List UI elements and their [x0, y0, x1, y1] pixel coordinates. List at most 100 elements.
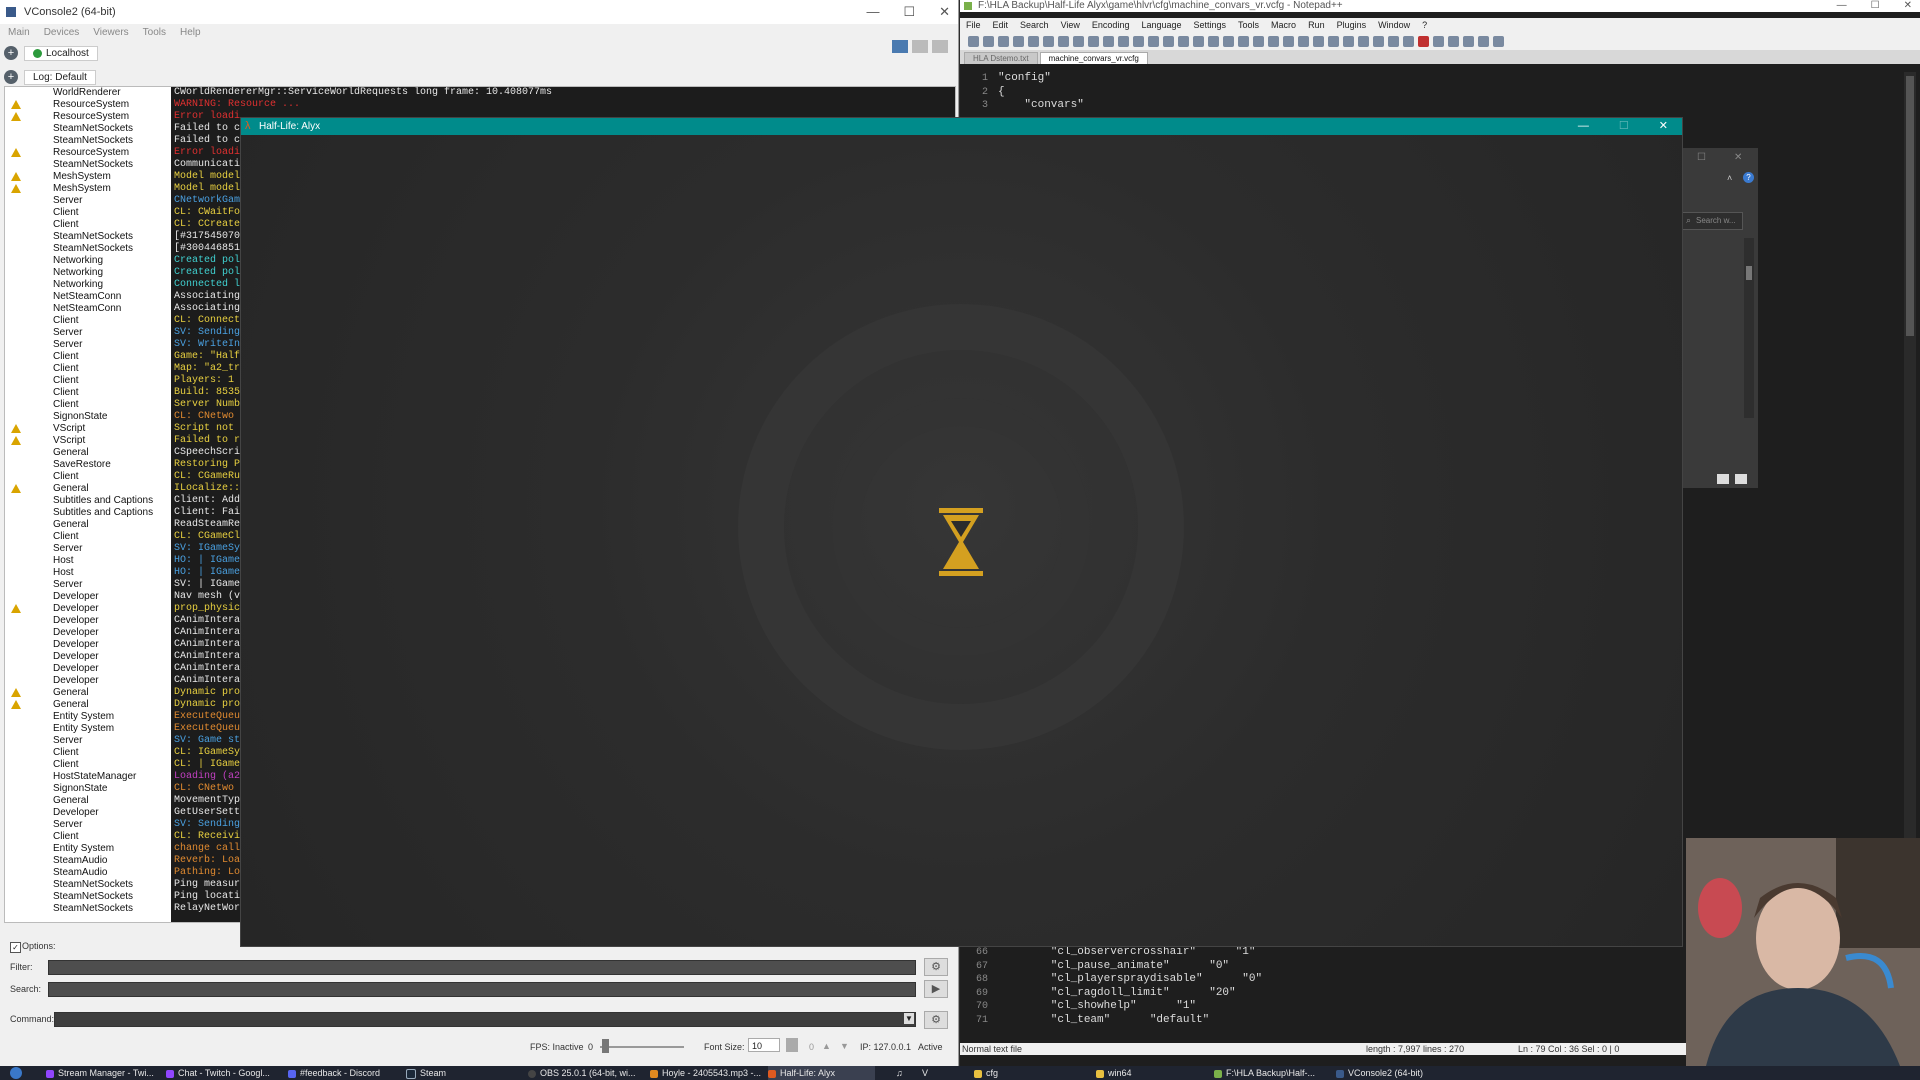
- npp-menu-file[interactable]: File: [966, 18, 981, 32]
- taskbar-speaker-icon[interactable]: ♫: [896, 1066, 903, 1080]
- npp-menu-language[interactable]: Language: [1141, 18, 1181, 32]
- side-panel-menu-icon[interactable]: [1735, 474, 1747, 484]
- hla-titlebar[interactable]: λ Half-Life: Alyx — ☐ ✕: [241, 118, 1682, 135]
- npp-menu-help[interactable]: ?: [1422, 18, 1427, 32]
- filter-settings-icon[interactable]: ⚙: [924, 958, 948, 976]
- start-icon[interactable]: [10, 1067, 22, 1079]
- fps-slider-track[interactable]: [600, 1046, 684, 1048]
- toolbar-button-icon[interactable]: [1478, 35, 1489, 47]
- taskbar-steam[interactable]: Steam: [406, 1066, 446, 1080]
- filter-input[interactable]: [48, 960, 916, 975]
- toolbar-button-icon[interactable]: [1103, 35, 1114, 47]
- toolbar-button-icon[interactable]: [1193, 35, 1204, 47]
- npp-menu-settings[interactable]: Settings: [1194, 18, 1227, 32]
- taskbar-chat-twitch[interactable]: Chat - Twitch - Googl...: [166, 1066, 270, 1080]
- npp-menu-run[interactable]: Run: [1308, 18, 1325, 32]
- toolbar-button-icon[interactable]: [1463, 35, 1474, 47]
- npp-menu-tools[interactable]: Tools: [1238, 18, 1259, 32]
- taskbar-v-icon[interactable]: V: [922, 1066, 928, 1080]
- fps-slider-handle[interactable]: [602, 1039, 609, 1053]
- add-log-icon[interactable]: +: [4, 70, 18, 84]
- menu-tools[interactable]: Tools: [143, 24, 166, 42]
- layout-single-icon[interactable]: [892, 40, 908, 53]
- command-dropdown-icon[interactable]: ▼: [904, 1013, 914, 1024]
- toolbar-button-icon[interactable]: [1088, 35, 1099, 47]
- npp-close-icon[interactable]: ✕: [1904, 0, 1912, 12]
- menu-main[interactable]: Main: [8, 24, 30, 42]
- pause-icon[interactable]: [786, 1038, 798, 1052]
- command-settings-icon[interactable]: ⚙: [924, 1011, 948, 1029]
- toolbar-button-icon[interactable]: [998, 35, 1009, 47]
- npp-menu-plugins[interactable]: Plugins: [1337, 18, 1367, 32]
- menu-help[interactable]: Help: [180, 24, 201, 42]
- npp-titlebar[interactable]: F:\HLA Backup\Half-Life Alyx\game\hlvr\c…: [960, 0, 1920, 12]
- npp-menu-encoding[interactable]: Encoding: [1092, 18, 1130, 32]
- toolbar-button-icon[interactable]: [1043, 35, 1054, 47]
- npp-vertical-scrollbar[interactable]: [1904, 72, 1916, 962]
- command-input[interactable]: [54, 1012, 916, 1027]
- close-icon[interactable]: ✕: [939, 0, 950, 24]
- toolbar-button-icon[interactable]: [1013, 35, 1024, 47]
- toolbar-button-icon[interactable]: [1028, 35, 1039, 47]
- vconsole-titlebar[interactable]: VConsole2 (64-bit) — ☐ ✕: [0, 0, 958, 24]
- npp-menu-view[interactable]: View: [1061, 18, 1080, 32]
- code-editor-bottom[interactable]: 66 "cl_observercrosshair" "1" 67 "cl_paus…: [960, 946, 1688, 1042]
- toolbar-button-icon[interactable]: [1493, 35, 1504, 47]
- search-next-icon[interactable]: ▶: [924, 980, 948, 998]
- toolbar-button-icon[interactable]: [1343, 35, 1354, 47]
- toolbar-button-icon[interactable]: [1283, 35, 1294, 47]
- toolbar-button-icon[interactable]: [1373, 35, 1384, 47]
- npp-minimize-icon[interactable]: —: [1837, 0, 1847, 12]
- toolbar-button-icon[interactable]: [1178, 35, 1189, 47]
- toolbar-button-icon[interactable]: [1328, 35, 1339, 47]
- side-scroll-thumb[interactable]: [1746, 266, 1752, 280]
- tab-machine-convars[interactable]: machine_convars_vr.vcfg: [1039, 52, 1148, 64]
- menu-devices[interactable]: Devices: [44, 24, 80, 42]
- menu-viewers[interactable]: Viewers: [93, 24, 128, 42]
- half-life-alyx-window[interactable]: λ Half-Life: Alyx — ☐ ✕: [240, 117, 1683, 947]
- toolbar-button-icon[interactable]: [1148, 35, 1159, 47]
- taskbar-cfg[interactable]: cfg: [974, 1066, 998, 1080]
- taskbar-stream-manager[interactable]: Stream Manager - Twi...: [46, 1066, 154, 1080]
- side-panel-restore-icon[interactable]: ☐: [1697, 152, 1706, 163]
- toolbar-button-icon[interactable]: [1388, 35, 1399, 47]
- npp-menu-macro[interactable]: Macro: [1271, 18, 1296, 32]
- npp-menu-search[interactable]: Search: [1020, 18, 1049, 32]
- toolbar-button-icon[interactable]: [1058, 35, 1069, 47]
- font-size-stepper[interactable]: 10: [748, 1038, 780, 1052]
- toolbar-button-icon[interactable]: [1073, 35, 1084, 47]
- taskbar-discord[interactable]: #feedback - Discord: [288, 1066, 380, 1080]
- scroll-down-icon[interactable]: ▼: [840, 1041, 849, 1051]
- toolbar-button-icon[interactable]: [1298, 35, 1309, 47]
- toolbar-button-icon[interactable]: [1268, 35, 1279, 47]
- toolbar-button-icon[interactable]: [1238, 35, 1249, 47]
- search-input[interactable]: [48, 982, 916, 997]
- scroll-up-icon[interactable]: ▲: [822, 1041, 831, 1051]
- toolbar-button-icon[interactable]: [1133, 35, 1144, 47]
- toolbar-button-icon[interactable]: [1403, 35, 1414, 47]
- toolbar-button-icon[interactable]: [1418, 35, 1429, 47]
- code-editor-top[interactable]: 1 "config" 2{3 "convars": [960, 72, 1900, 112]
- toolbar-button-icon[interactable]: [1448, 35, 1459, 47]
- toolbar-button-icon[interactable]: [1208, 35, 1219, 47]
- toolbar-button-icon[interactable]: [1253, 35, 1264, 47]
- toolbar-button-icon[interactable]: [1163, 35, 1174, 47]
- minimize-icon[interactable]: —: [866, 0, 879, 24]
- add-host-icon[interactable]: +: [4, 46, 18, 60]
- taskbar-vconsole[interactable]: VConsole2 (64-bit): [1336, 1066, 1423, 1080]
- taskbar-half-life-alyx[interactable]: Half-Life: Alyx: [768, 1066, 876, 1080]
- maximize-icon[interactable]: ☐: [903, 0, 915, 24]
- taskbar-notepadpp[interactable]: F:\HLA Backup\Half-...: [1214, 1066, 1315, 1080]
- toolbar-button-icon[interactable]: [1313, 35, 1324, 47]
- hla-minimize-icon[interactable]: —: [1578, 118, 1589, 135]
- taskbar-obs[interactable]: OBS 25.0.1 (64-bit, wi...: [528, 1066, 636, 1080]
- toolbar-button-icon[interactable]: [968, 35, 979, 47]
- toolbar-button-icon[interactable]: [1223, 35, 1234, 47]
- taskbar-hoyle[interactable]: Hoyle - 2405543.mp3 -...: [650, 1066, 761, 1080]
- hla-close-icon[interactable]: ✕: [1659, 118, 1668, 135]
- side-panel-search[interactable]: ⌕ Search w...: [1681, 212, 1743, 230]
- taskbar-win64[interactable]: win64: [1096, 1066, 1132, 1080]
- npp-maximize-icon[interactable]: ☐: [1871, 0, 1880, 12]
- options-checkbox[interactable]: ✓: [10, 942, 21, 953]
- toolbar-button-icon[interactable]: [983, 35, 994, 47]
